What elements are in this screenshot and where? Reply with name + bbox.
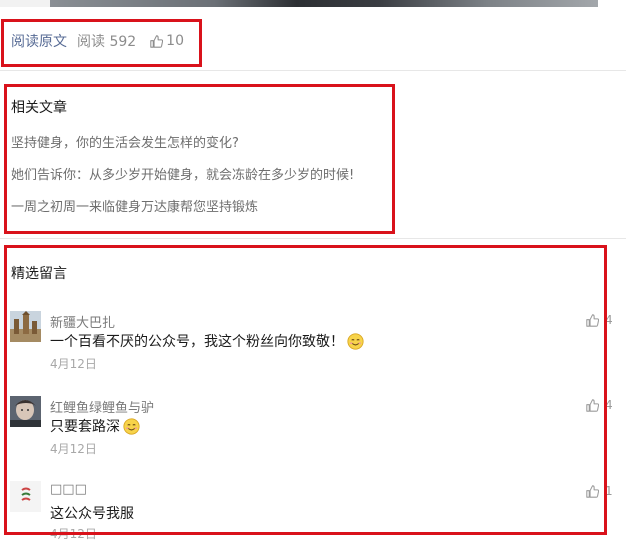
highlight-box-comments (4, 245, 607, 535)
highlight-box-stats (1, 19, 202, 67)
section-divider (0, 70, 626, 71)
top-image-margin (0, 0, 50, 7)
article-image-bottom-edge (50, 0, 598, 7)
highlight-box-related (4, 84, 395, 234)
section-divider (0, 238, 626, 239)
